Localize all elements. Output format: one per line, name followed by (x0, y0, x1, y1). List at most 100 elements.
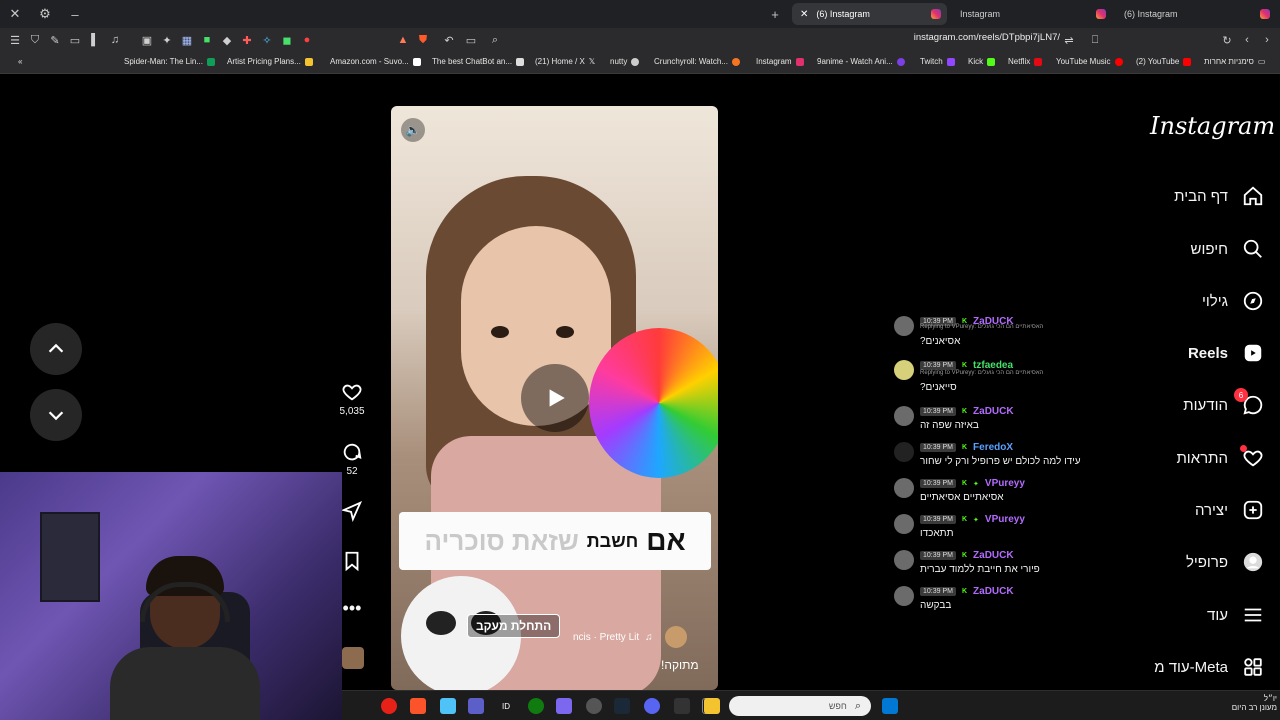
bookmark-item[interactable]: Instagram (756, 57, 804, 66)
chat-username: VPureyy (984, 514, 1025, 525)
taskbar-search[interactable]: חפש ⌕ (729, 696, 871, 716)
tab-instagram[interactable]: Instagram (952, 3, 1112, 25)
id-taskbar-icon[interactable]: ID (498, 698, 514, 714)
music-avatar[interactable] (664, 626, 687, 648)
forward-icon[interactable]: › (1260, 33, 1274, 47)
avatar (894, 514, 914, 534)
reel-video[interactable]: 🔈 אם חשבת שזאת סוכריה התחלת מעקב ncis · … (391, 106, 718, 690)
extension-icon[interactable]: ▣ (140, 33, 154, 47)
address-bar[interactable]: instagram.com/reels/DTpbpi7jLN7/ (830, 32, 1060, 48)
reels-icon (1242, 342, 1264, 364)
nav-explore[interactable]: גילוי (1202, 290, 1264, 312)
bookmark-item[interactable]: 9anime - Watch Ani... (817, 57, 905, 66)
extension-5-icon[interactable]: ✚ (240, 33, 254, 47)
cast-icon[interactable]: ▭ (464, 33, 478, 47)
bookmark-item[interactable]: nutty (610, 57, 640, 66)
caption-banner: אם חשבת שזאת סוכריה (399, 512, 711, 570)
zoom-icon[interactable]: ⌕ (488, 33, 502, 47)
extension-7-icon[interactable]: ◼ (280, 33, 294, 47)
instagram-icon (795, 57, 804, 66)
nav-notifications[interactable]: התראות (1176, 445, 1264, 469)
app-taskbar-icon[interactable] (556, 698, 572, 714)
chat-text: אסיאנים? (920, 336, 961, 347)
settings-icon[interactable]: ⚙ (30, 0, 60, 28)
windows-start-icon[interactable] (882, 698, 898, 714)
play-button[interactable] (521, 364, 589, 432)
bookmark-item[interactable]: The best ChatBot an... (432, 57, 525, 66)
instagram-logo[interactable]: Instagram (1150, 112, 1275, 140)
bookmark-item[interactable]: (21) Home / X𝕏 (535, 57, 595, 66)
nav-search[interactable]: חיפוש (1191, 238, 1264, 260)
pen-icon[interactable]: ✎ (48, 33, 62, 47)
tab-instagram-active[interactable]: ✕ (6) Instagram (792, 3, 947, 25)
music-text: ncis · Pretty Lit (573, 631, 640, 643)
new-tab-button[interactable]: + (760, 0, 790, 28)
extension-3-icon[interactable]: ■ (200, 33, 214, 47)
bookmark-item[interactable]: (2) YouTube (1136, 57, 1192, 66)
explorer-taskbar-icon[interactable] (704, 698, 720, 714)
bookmark-item[interactable]: Kick (968, 57, 996, 66)
puzzle-icon[interactable]: ✦ (160, 33, 174, 47)
brave-shield-icon[interactable]: ⛊ (416, 33, 430, 47)
volume-icon[interactable]: 🔈 (401, 118, 425, 142)
taskbar-clock[interactable]: יו״ל מעונן רב היום (1197, 694, 1277, 712)
follow-sticker[interactable]: התחלת מעקב (467, 614, 561, 638)
nav-reels[interactable]: Reels (1188, 342, 1264, 364)
minimize-icon[interactable]: – (60, 0, 90, 28)
rewind-icon[interactable]: ↶ (442, 33, 456, 47)
music-credit[interactable]: ncis · Pretty Lit ♫ (573, 626, 687, 648)
bookmark-item[interactable]: YouTube Music (1056, 57, 1123, 66)
teams-taskbar-icon[interactable] (468, 698, 484, 714)
bookmark-item[interactable]: Crunchyroll: Watch... (654, 57, 740, 66)
nav-more[interactable]: עוד (1207, 604, 1264, 626)
nav-create[interactable]: יצירה (1195, 499, 1264, 521)
chat-username: ZaDUCK (973, 550, 1014, 561)
bookmark-item[interactable]: Amazon.com - Suvo... (330, 57, 421, 66)
chat-text: סייאנים? (920, 382, 957, 393)
bookmark-item[interactable]: Netflix (1008, 57, 1043, 66)
close-window-icon[interactable]: ✕ (0, 0, 30, 28)
nav-meta-apps[interactable]: Meta-עוד מ (1154, 656, 1264, 678)
bookmark-item[interactable]: Artist Pricing Plans... (227, 57, 313, 66)
home-icon (1242, 185, 1264, 207)
audio-thumbnail[interactable] (342, 647, 364, 669)
next-reel-button[interactable] (30, 389, 82, 441)
chat-text: תתאכדו (920, 528, 954, 539)
bookmark-icon[interactable]: ⎕ (1088, 33, 1102, 47)
nav-profile[interactable]: פרופיל (1186, 551, 1264, 573)
bookmark-item[interactable]: Spider-Man: The Lin... (124, 57, 216, 66)
reload-icon[interactable]: ↻ (1220, 33, 1234, 47)
shield-icon[interactable]: ⛉ (28, 33, 42, 47)
brave-taskbar-icon[interactable] (410, 698, 426, 714)
bookmark-folder[interactable]: סימניות אחרות ▭ (1204, 57, 1265, 66)
steam-taskbar-icon[interactable] (614, 698, 630, 714)
app-taskbar-icon[interactable] (586, 698, 602, 714)
back-icon[interactable]: ‹ (1240, 33, 1254, 47)
nav-home[interactable]: דף הבית (1174, 185, 1264, 207)
bookmark-item[interactable]: Twitch (920, 57, 955, 66)
discord-taskbar-icon[interactable] (644, 698, 660, 714)
menu-icon[interactable]: ☰ (8, 33, 22, 47)
tab-instagram-2[interactable]: (6) Instagram (1116, 3, 1276, 25)
extension-6-icon[interactable]: ✧ (260, 33, 274, 47)
crunchyroll-icon (731, 57, 740, 66)
sidebar-icon[interactable]: ▌ (88, 33, 102, 47)
xbox-taskbar-icon[interactable] (528, 698, 544, 714)
like-action[interactable]: 5,035 (334, 381, 370, 417)
extension-4-icon[interactable]: ◆ (220, 33, 234, 47)
netflix-icon (1034, 57, 1043, 66)
music-icon[interactable]: ♫ (108, 33, 122, 47)
close-tab-icon[interactable]: ✕ (800, 9, 808, 20)
extension-8-icon[interactable]: ● (300, 33, 314, 47)
bookmarks-collapse-icon[interactable]: « (18, 57, 22, 66)
nav-messages[interactable]: 6 הודעות (1183, 388, 1264, 416)
previous-reel-button[interactable] (30, 323, 82, 375)
epic-taskbar-icon[interactable] (674, 698, 690, 714)
app-taskbar-icon[interactable] (440, 698, 456, 714)
window-icon[interactable]: ▭ (68, 33, 82, 47)
reel-caption: מתוקה! (661, 658, 699, 672)
tune-icon[interactable]: ⇌ (1062, 33, 1076, 47)
youtube-taskbar-icon[interactable] (381, 698, 397, 714)
warning-icon[interactable]: ▲ (396, 33, 410, 47)
extension-2-icon[interactable]: ▦ (180, 33, 194, 47)
